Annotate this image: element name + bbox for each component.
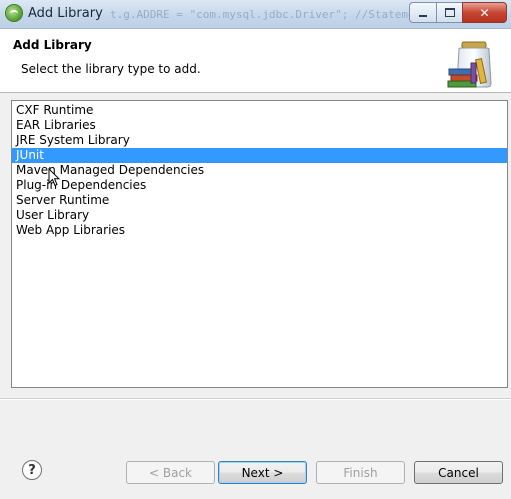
list-item[interactable]: EAR Libraries bbox=[12, 118, 507, 133]
minimize-button[interactable] bbox=[409, 2, 436, 23]
footer-separator bbox=[0, 398, 511, 400]
list-item[interactable]: CXF Runtime bbox=[12, 103, 507, 118]
window-controls: ✕ bbox=[409, 2, 507, 23]
back-button[interactable]: < Back bbox=[126, 461, 215, 484]
mouse-cursor-icon bbox=[48, 168, 60, 187]
page-title: Add Library bbox=[13, 38, 92, 52]
list-item[interactable]: JRE System Library bbox=[12, 133, 507, 148]
list-item[interactable]: User Library bbox=[12, 208, 507, 223]
list-item[interactable]: Plug-in Dependencies bbox=[12, 178, 507, 193]
app-icon bbox=[6, 5, 22, 21]
list-item[interactable]: Server Runtime bbox=[12, 193, 507, 208]
list-item-selected[interactable]: JUnit bbox=[12, 148, 507, 163]
background-window-text: t.g.ADDRE = "com.mysql.jdbc.Driver"; //S… bbox=[110, 8, 428, 21]
window-title: Add Library bbox=[28, 6, 103, 21]
help-icon: ? bbox=[28, 462, 36, 478]
finish-button[interactable]: Finish bbox=[316, 461, 405, 484]
list-item[interactable]: Web App Libraries bbox=[12, 223, 507, 238]
wizard-header: Add Library Select the library type to a… bbox=[0, 29, 511, 93]
cancel-button[interactable]: Cancel bbox=[414, 461, 503, 484]
title-bar[interactable]: Add Library t.g.ADDRE = "com.mysql.jdbc.… bbox=[0, 0, 511, 29]
next-button[interactable]: Next > bbox=[218, 461, 307, 484]
library-jar-books-icon bbox=[447, 41, 492, 88]
minimize-icon bbox=[419, 14, 427, 17]
library-type-list[interactable]: CXF Runtime EAR Libraries JRE System Lib… bbox=[11, 100, 508, 388]
close-button[interactable]: ✕ bbox=[462, 2, 507, 23]
help-button[interactable]: ? bbox=[22, 460, 42, 480]
list-item[interactable]: Maven Managed Dependencies bbox=[12, 163, 507, 178]
maximize-button[interactable] bbox=[436, 2, 462, 23]
close-icon: ✕ bbox=[479, 5, 490, 20]
maximize-icon bbox=[444, 8, 455, 17]
page-description: Select the library type to add. bbox=[21, 62, 201, 76]
